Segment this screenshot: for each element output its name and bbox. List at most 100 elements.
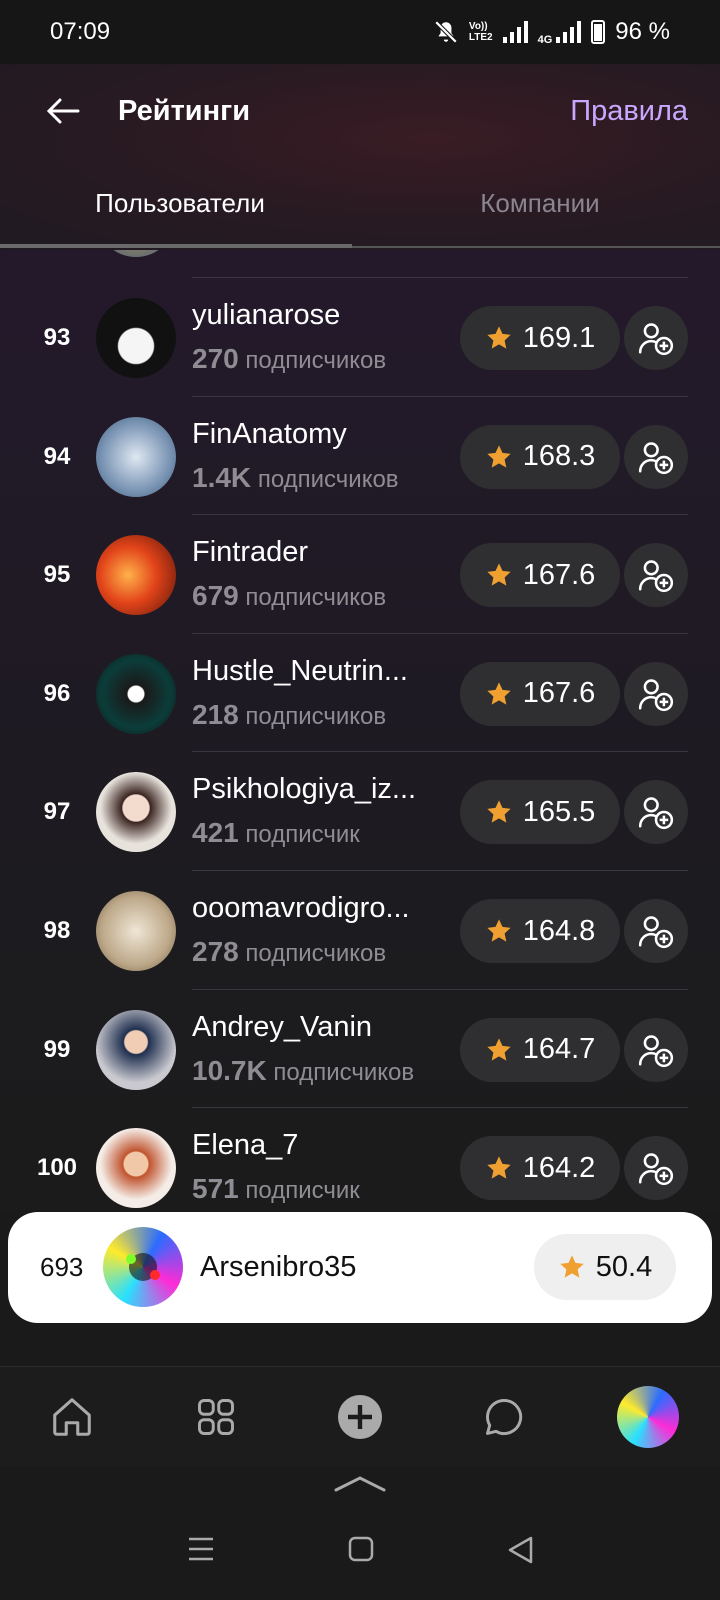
score-value: 165.5 xyxy=(522,795,596,828)
followers-number: 1.4K xyxy=(192,461,252,493)
avatar xyxy=(96,250,176,257)
avatar[interactable] xyxy=(96,653,176,734)
battery-icon xyxy=(591,20,606,44)
home-button-icon[interactable] xyxy=(348,1536,374,1562)
score-value: 164.2 xyxy=(522,1151,596,1184)
star-icon xyxy=(487,563,511,586)
follow-button[interactable] xyxy=(624,1136,688,1201)
chat-icon xyxy=(486,1398,523,1435)
my-rank: 693 xyxy=(40,1252,84,1282)
rating-list[interactable]: 93 yulianarose 270 подписчиков 169.1 94 … xyxy=(0,250,720,1210)
home-icon xyxy=(53,1397,91,1436)
rank-number: 93 xyxy=(43,324,71,351)
add-user-icon xyxy=(638,1034,674,1067)
table-row[interactable]: 99 Andrey_Vanin 10.7K подписчиков 164.7 xyxy=(0,988,720,1110)
star-icon xyxy=(487,919,511,942)
nav-catalog[interactable] xyxy=(180,1381,252,1453)
score-value: 167.6 xyxy=(522,558,596,591)
recent-apps-icon[interactable] xyxy=(187,1536,215,1562)
follow-button[interactable] xyxy=(624,899,688,963)
user-name[interactable]: Psikhologiya_iz... xyxy=(192,773,416,806)
followers-number: 278 xyxy=(192,936,239,967)
user-name[interactable]: ooomavrodigro... xyxy=(192,892,410,925)
table-row[interactable]: 97 Psikhologiya_iz... 421 подписчик 165.… xyxy=(0,751,720,872)
rank-number: 100 xyxy=(36,1154,78,1182)
nav-home[interactable] xyxy=(36,1381,108,1453)
net-4g-label: 4G xyxy=(537,34,553,46)
followers-count: 1.4K подписчиков xyxy=(192,462,399,494)
score-badge: 167.6 xyxy=(460,661,620,726)
followers-number: 421 xyxy=(192,817,239,849)
mute-icon xyxy=(434,20,458,44)
follow-button[interactable] xyxy=(624,780,688,845)
add-user-icon xyxy=(638,560,674,593)
add-user-icon xyxy=(638,1153,674,1186)
user-name[interactable]: Hustle_Neutrin... xyxy=(192,655,408,688)
back-button[interactable] xyxy=(46,91,86,131)
rank-number: 98 xyxy=(43,917,71,944)
avatar[interactable] xyxy=(96,416,176,497)
avatar[interactable] xyxy=(96,1009,176,1090)
my-score-badge: 50.4 xyxy=(534,1234,676,1300)
add-user-icon xyxy=(638,679,674,711)
user-name[interactable]: yulianarose xyxy=(192,299,340,332)
avatar[interactable] xyxy=(96,535,176,616)
avatar[interactable] xyxy=(96,891,176,971)
row-divider xyxy=(192,277,688,278)
table-row[interactable]: 95 Fintrader 679 подписчиков 167.6 xyxy=(0,514,720,635)
user-name[interactable]: Andrey_Vanin xyxy=(192,1011,372,1044)
profile-avatar xyxy=(617,1385,679,1448)
followers-label: подписчиков xyxy=(245,940,387,967)
rank-number: 97 xyxy=(43,798,71,826)
score-badge: 168.3 xyxy=(460,424,620,489)
star-icon xyxy=(487,682,511,705)
row-divider xyxy=(192,988,688,990)
nav-chat[interactable] xyxy=(468,1381,540,1453)
table-row[interactable]: 98 ooomavrodigro... 278 подписчиков 164.… xyxy=(0,870,720,991)
star-icon xyxy=(487,1156,511,1179)
follow-button[interactable] xyxy=(624,543,688,608)
tab-companies[interactable]: Компании xyxy=(360,158,720,248)
follow-button[interactable] xyxy=(624,661,688,726)
user-name[interactable]: Elena_7 xyxy=(192,1129,298,1162)
table-row[interactable]: 100 Elena_7 571 подписчик 164.2 xyxy=(0,1107,720,1210)
followers-count: 571 подписчик xyxy=(192,1173,360,1205)
followers-label: подписчик xyxy=(245,821,360,849)
star-icon xyxy=(487,1037,511,1061)
user-name[interactable]: FinAnatomy xyxy=(192,418,347,451)
my-name: Arsenibro35 xyxy=(200,1251,357,1283)
rank-number: 94 xyxy=(43,442,71,470)
row-divider xyxy=(192,632,688,634)
my-score: 50.4 xyxy=(595,1250,653,1283)
user-name[interactable]: Fintrader xyxy=(192,536,308,569)
score-badge: 164.8 xyxy=(460,899,620,963)
follow-button[interactable] xyxy=(624,424,688,489)
tab-users[interactable]: Пользователи xyxy=(0,158,360,248)
my-rank-card[interactable]: 693 Arsenibro35 50.4 xyxy=(8,1212,712,1323)
expand-handle-icon[interactable] xyxy=(334,1474,386,1494)
avatar[interactable] xyxy=(96,298,176,378)
table-row[interactable] xyxy=(0,250,720,277)
nav-profile[interactable] xyxy=(612,1381,684,1453)
table-row[interactable]: 94 FinAnatomy 1.4K подписчиков 168.3 xyxy=(0,395,720,517)
follow-button[interactable] xyxy=(624,1017,688,1082)
add-user-icon xyxy=(638,441,674,474)
rank-number: 99 xyxy=(43,1035,71,1063)
rank-number: 95 xyxy=(43,561,71,589)
nav-create[interactable] xyxy=(324,1381,396,1453)
followers-label: подписчиков xyxy=(273,1058,415,1086)
table-row[interactable]: 93 yulianarose 270 подписчиков 169.1 xyxy=(0,277,720,398)
followers-number: 571 xyxy=(192,1173,239,1205)
followers-label: подписчик xyxy=(245,1177,360,1205)
signal-icon-2 xyxy=(556,21,582,43)
followers-count: 278 подписчиков xyxy=(192,936,386,968)
rules-link[interactable]: Правила xyxy=(570,95,688,128)
followers-count: 10.7K подписчиков xyxy=(192,1055,414,1087)
back-button-icon[interactable] xyxy=(507,1536,533,1564)
follow-button[interactable] xyxy=(624,306,688,370)
signal-icon xyxy=(502,21,528,43)
add-user-icon xyxy=(638,797,674,830)
avatar[interactable] xyxy=(96,1128,176,1209)
table-row[interactable]: 96 Hustle_Neutrin... 218 подписчиков 167… xyxy=(0,632,720,754)
avatar[interactable] xyxy=(96,772,176,853)
